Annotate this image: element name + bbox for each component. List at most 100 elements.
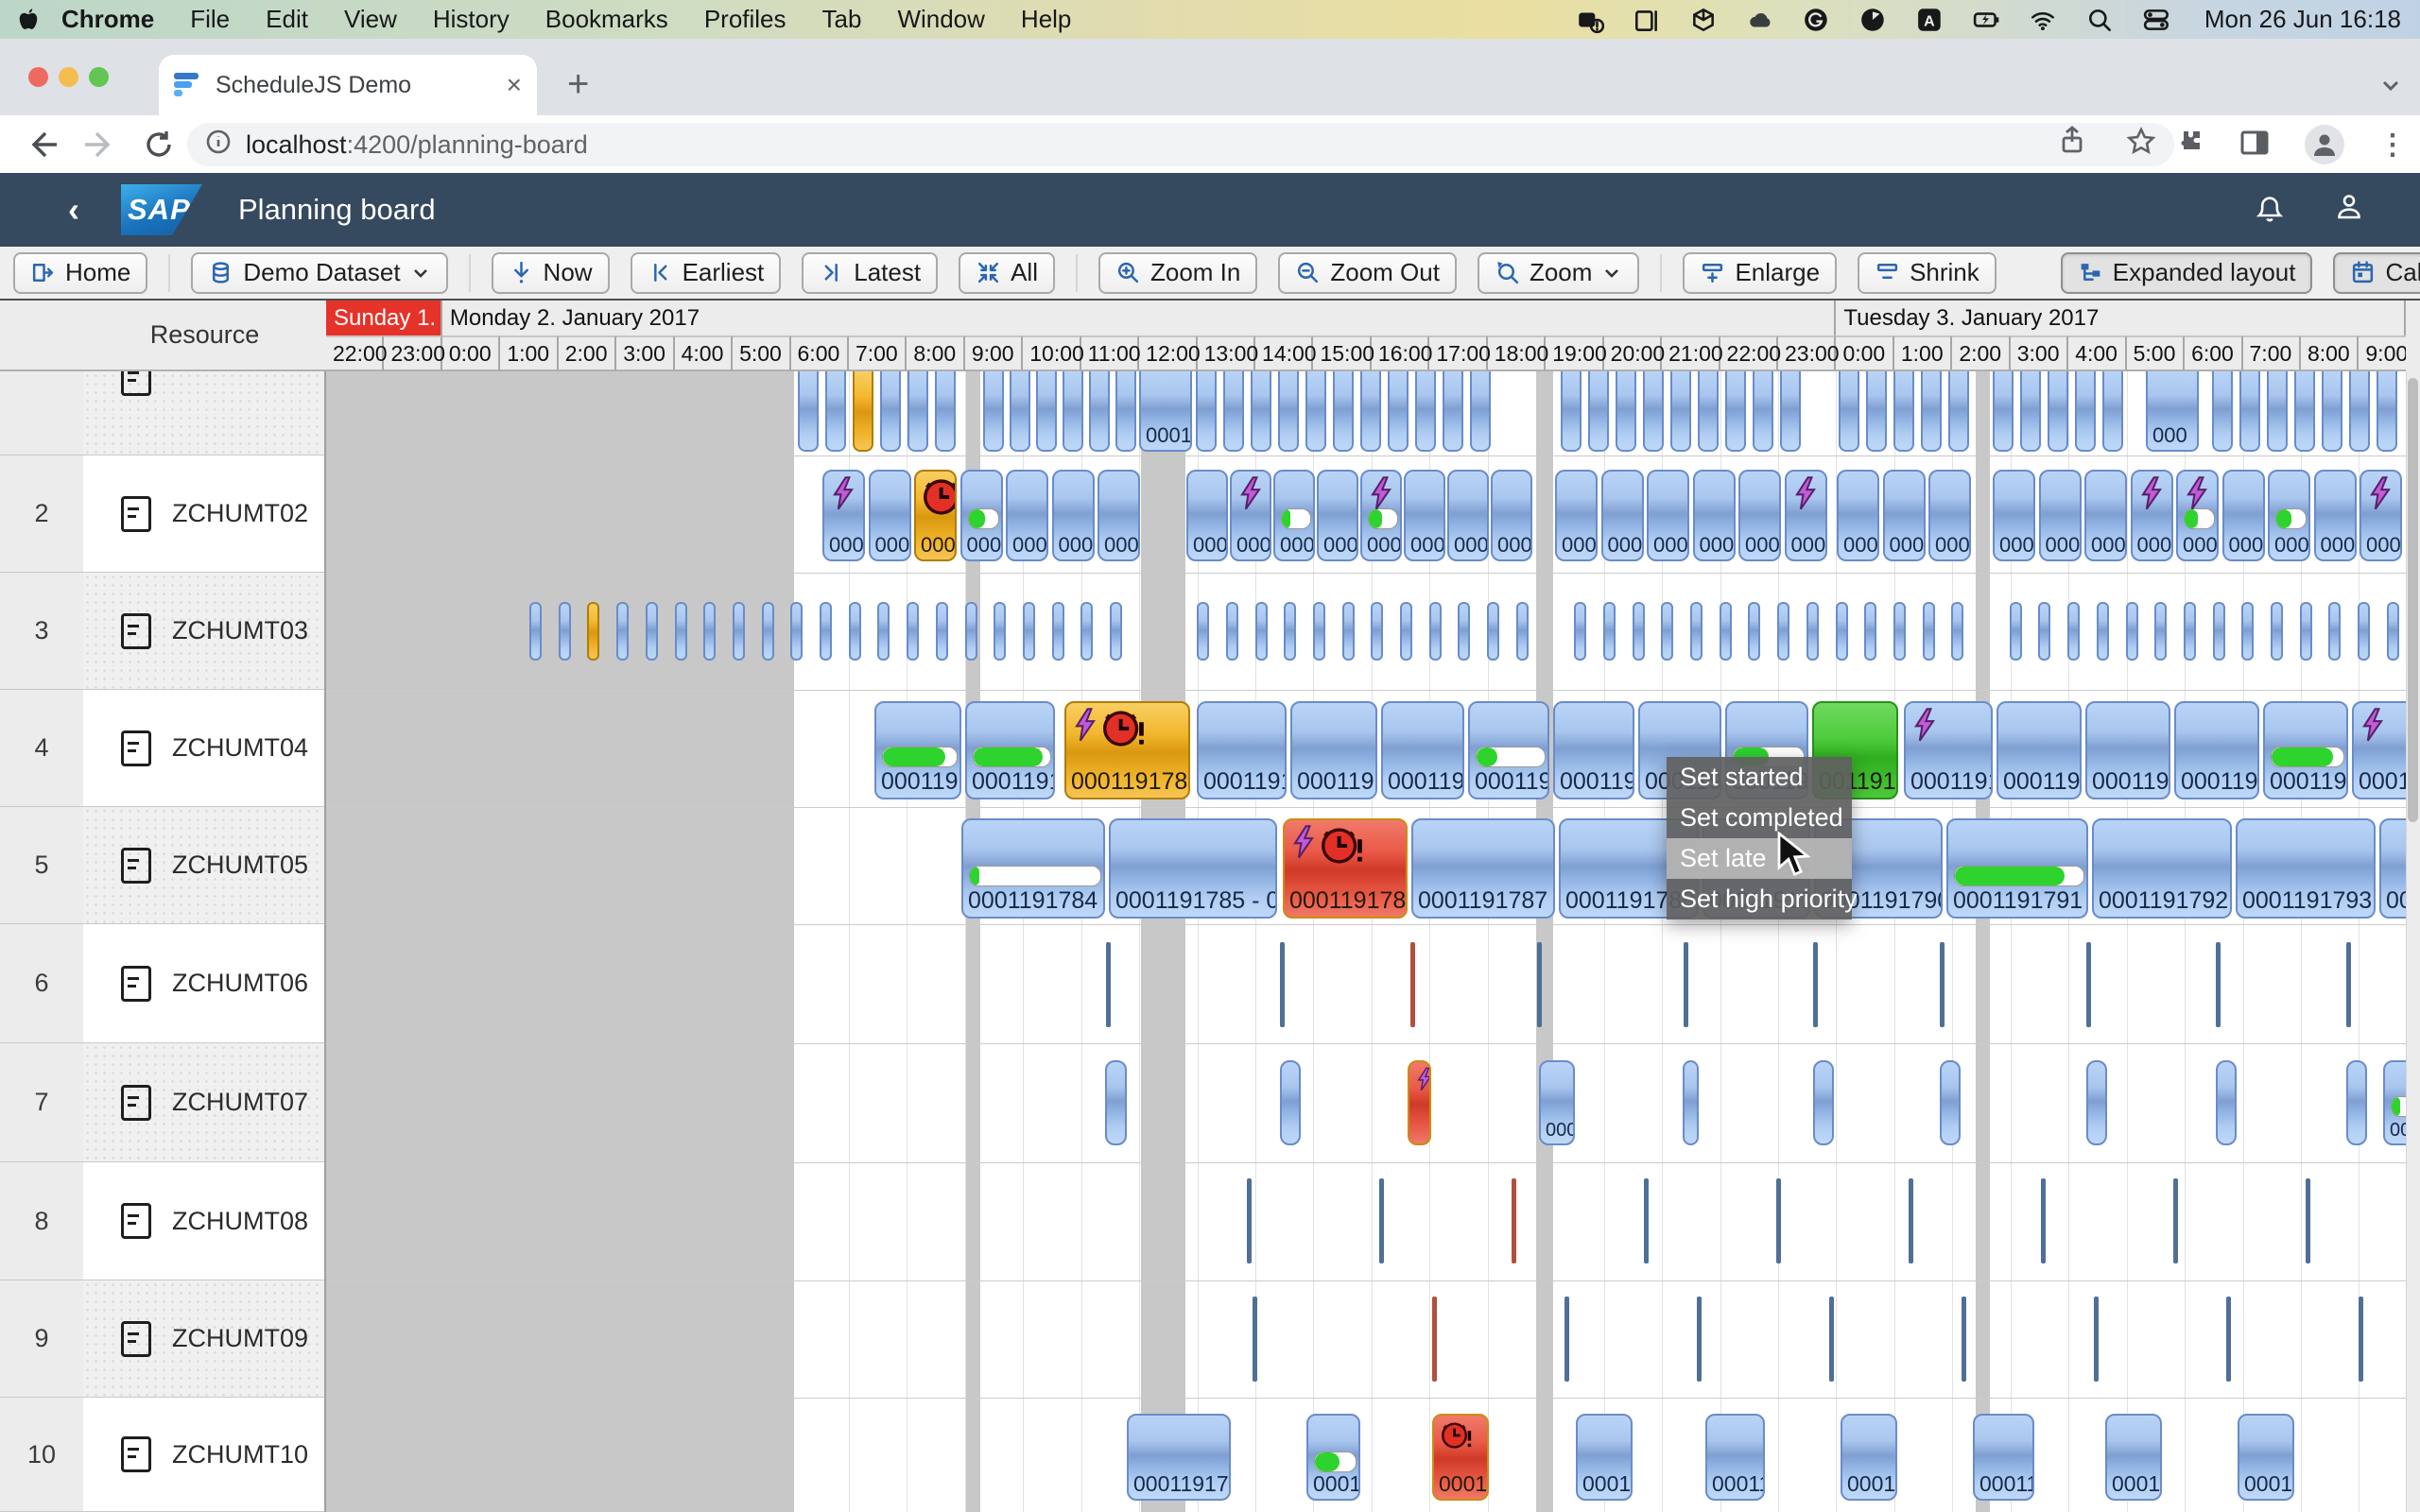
gantt-bar[interactable]: [1487, 602, 1499, 661]
home-button[interactable]: Home: [13, 252, 147, 294]
close-window-button[interactable]: [28, 67, 48, 87]
gantt-bar[interactable]: [646, 602, 658, 661]
gantt-bar[interactable]: 000: [1647, 470, 1689, 561]
gantt-bar[interactable]: 000: [1738, 470, 1781, 561]
gantt-bar[interactable]: [2067, 602, 2080, 661]
gantt-bar[interactable]: [1725, 371, 1746, 452]
menubar-item-window[interactable]: Window: [879, 5, 1002, 33]
menubar-item-edit[interactable]: Edit: [248, 5, 326, 33]
battery-icon[interactable]: [1972, 5, 2002, 35]
user-person-icon[interactable]: [2331, 190, 2367, 231]
gantt-bar[interactable]: [1780, 371, 1801, 452]
milestone-line-marker[interactable]: [1697, 1297, 1702, 1382]
gantt-bar[interactable]: [762, 602, 774, 661]
display-mirror-icon[interactable]: [1632, 5, 1662, 35]
gantt-bar[interactable]: 000119178: [965, 701, 1055, 799]
resource-cell[interactable]: ZCHUMT06: [83, 924, 324, 1043]
gantt-bar[interactable]: 000: [1837, 470, 1879, 561]
gantt-bar[interactable]: [820, 602, 832, 661]
gantt-bar[interactable]: 000: [1447, 470, 1489, 561]
gantt-bar[interactable]: 000: [1539, 1060, 1575, 1145]
gantt-bar[interactable]: [1574, 602, 1586, 661]
share-icon[interactable]: [2057, 126, 2087, 164]
menubar-clock[interactable]: Mon 26 Jun 16:18: [2204, 5, 2401, 34]
gantt-bar[interactable]: [1948, 371, 1969, 452]
gantt-bar[interactable]: [1813, 1060, 1834, 1145]
resource-cell[interactable]: ZCHUMT05: [83, 807, 324, 924]
chrome-menu-icon[interactable]: ⋮: [2378, 129, 2407, 162]
milestone-line-marker[interactable]: [2041, 1178, 2046, 1263]
gantt-bar[interactable]: 00011917: [1996, 701, 2082, 799]
gantt-bar[interactable]: 00011917: [1381, 701, 1464, 799]
milestone-line-marker[interactable]: [1644, 1178, 1649, 1263]
app-back-icon[interactable]: ‹: [68, 190, 79, 230]
gantt-bar[interactable]: [907, 602, 919, 661]
apple-icon[interactable]: [13, 5, 43, 35]
milestone-line-marker[interactable]: [2094, 1297, 2099, 1382]
menubar-item-chrome[interactable]: Chrome: [43, 5, 172, 33]
gantt-bar[interactable]: 000: [1186, 470, 1228, 561]
gantt-bar[interactable]: 0001191792 - (: [2092, 818, 2232, 919]
milestone-line-marker[interactable]: [2306, 1178, 2310, 1263]
context-menu-item-set-late[interactable]: Set late: [1667, 838, 1852, 879]
gantt-bar[interactable]: [2358, 602, 2370, 661]
gantt-bar[interactable]: [1360, 371, 1381, 452]
gantt-bar[interactable]: 00011: [2238, 1414, 2294, 1501]
milestone-line-marker[interactable]: [1537, 942, 1542, 1027]
gantt-bar[interactable]: 000: [1785, 470, 1827, 561]
gantt-bar[interactable]: 00011: [1432, 1414, 1489, 1501]
milestone-line-marker[interactable]: [2346, 942, 2351, 1027]
zoom-window-button[interactable]: [89, 67, 109, 87]
gantt-bar[interactable]: [1753, 371, 1773, 452]
gantt-bar[interactable]: [2349, 371, 2370, 452]
gantt-bar[interactable]: 000: [1006, 470, 1048, 561]
gantt-bar[interactable]: [1633, 602, 1645, 661]
side-panel-icon[interactable]: [2238, 127, 2271, 163]
milestone-line-marker[interactable]: [1410, 942, 1415, 1027]
gantt-bar[interactable]: [2346, 1060, 2367, 1145]
gantt-bar[interactable]: [2300, 602, 2312, 661]
gantt-bar[interactable]: 000: [1555, 470, 1598, 561]
milestone-line-marker[interactable]: [1813, 942, 1818, 1027]
gantt-bar[interactable]: [1893, 371, 1914, 452]
gantt-bar[interactable]: [1893, 602, 1906, 661]
minimize-window-button[interactable]: [59, 67, 78, 87]
gantt-bar[interactable]: [1408, 1060, 1431, 1145]
gantt-bar[interactable]: [1255, 602, 1268, 661]
gantt-bar[interactable]: 000: [2176, 470, 2219, 561]
resource-cell[interactable]: ZCHUMT04: [83, 690, 324, 807]
gantt-bar[interactable]: [529, 602, 542, 661]
gantt-bar[interactable]: [1748, 602, 1760, 661]
gantt-bar[interactable]: 00011917: [1553, 701, 1634, 799]
demo-dataset-button[interactable]: Demo Dataset: [191, 252, 447, 294]
gantt-bar[interactable]: 000: [1404, 470, 1445, 561]
milestone-line-marker[interactable]: [2359, 1297, 2363, 1382]
latest-button[interactable]: Latest: [802, 252, 938, 294]
gantt-bar[interactable]: [1588, 371, 1609, 452]
gantt-bar[interactable]: [825, 371, 846, 452]
context-menu-item-set-started[interactable]: Set started: [1667, 757, 1852, 798]
vertical-scrollbar-thumb[interactable]: [2408, 378, 2418, 822]
gantt-bar[interactable]: [1080, 602, 1093, 661]
gantt-bar[interactable]: [1115, 371, 1136, 452]
gantt-bar[interactable]: [908, 371, 928, 452]
control-center-icon[interactable]: [2142, 5, 2172, 35]
gantt-bar[interactable]: [1698, 371, 1719, 452]
gantt-bar[interactable]: 00011917: [2174, 701, 2259, 799]
gantt-bar[interactable]: [2010, 602, 2022, 661]
gantt-bar[interactable]: 000: [2039, 470, 2082, 561]
grammarly-icon[interactable]: [1802, 5, 1832, 35]
profile-avatar-icon[interactable]: [2305, 125, 2344, 164]
new-tab-button[interactable]: +: [567, 67, 589, 101]
gantt-bar[interactable]: 00011: [1306, 1414, 1360, 1501]
gantt-bar[interactable]: 000: [1993, 470, 2035, 561]
gantt-bar[interactable]: 000: [1928, 470, 1971, 561]
menubar-item-file[interactable]: File: [172, 5, 248, 33]
gantt-bar[interactable]: 000119178: [1127, 1414, 1231, 1501]
gantt-bar[interactable]: [790, 602, 803, 661]
gantt-bar[interactable]: [1603, 602, 1616, 661]
gantt-bar[interactable]: [994, 602, 1006, 661]
gantt-bar[interactable]: [1226, 602, 1238, 661]
gantt-bar[interactable]: 0001191786 - (: [1064, 701, 1190, 799]
site-info-icon[interactable]: [204, 128, 233, 163]
